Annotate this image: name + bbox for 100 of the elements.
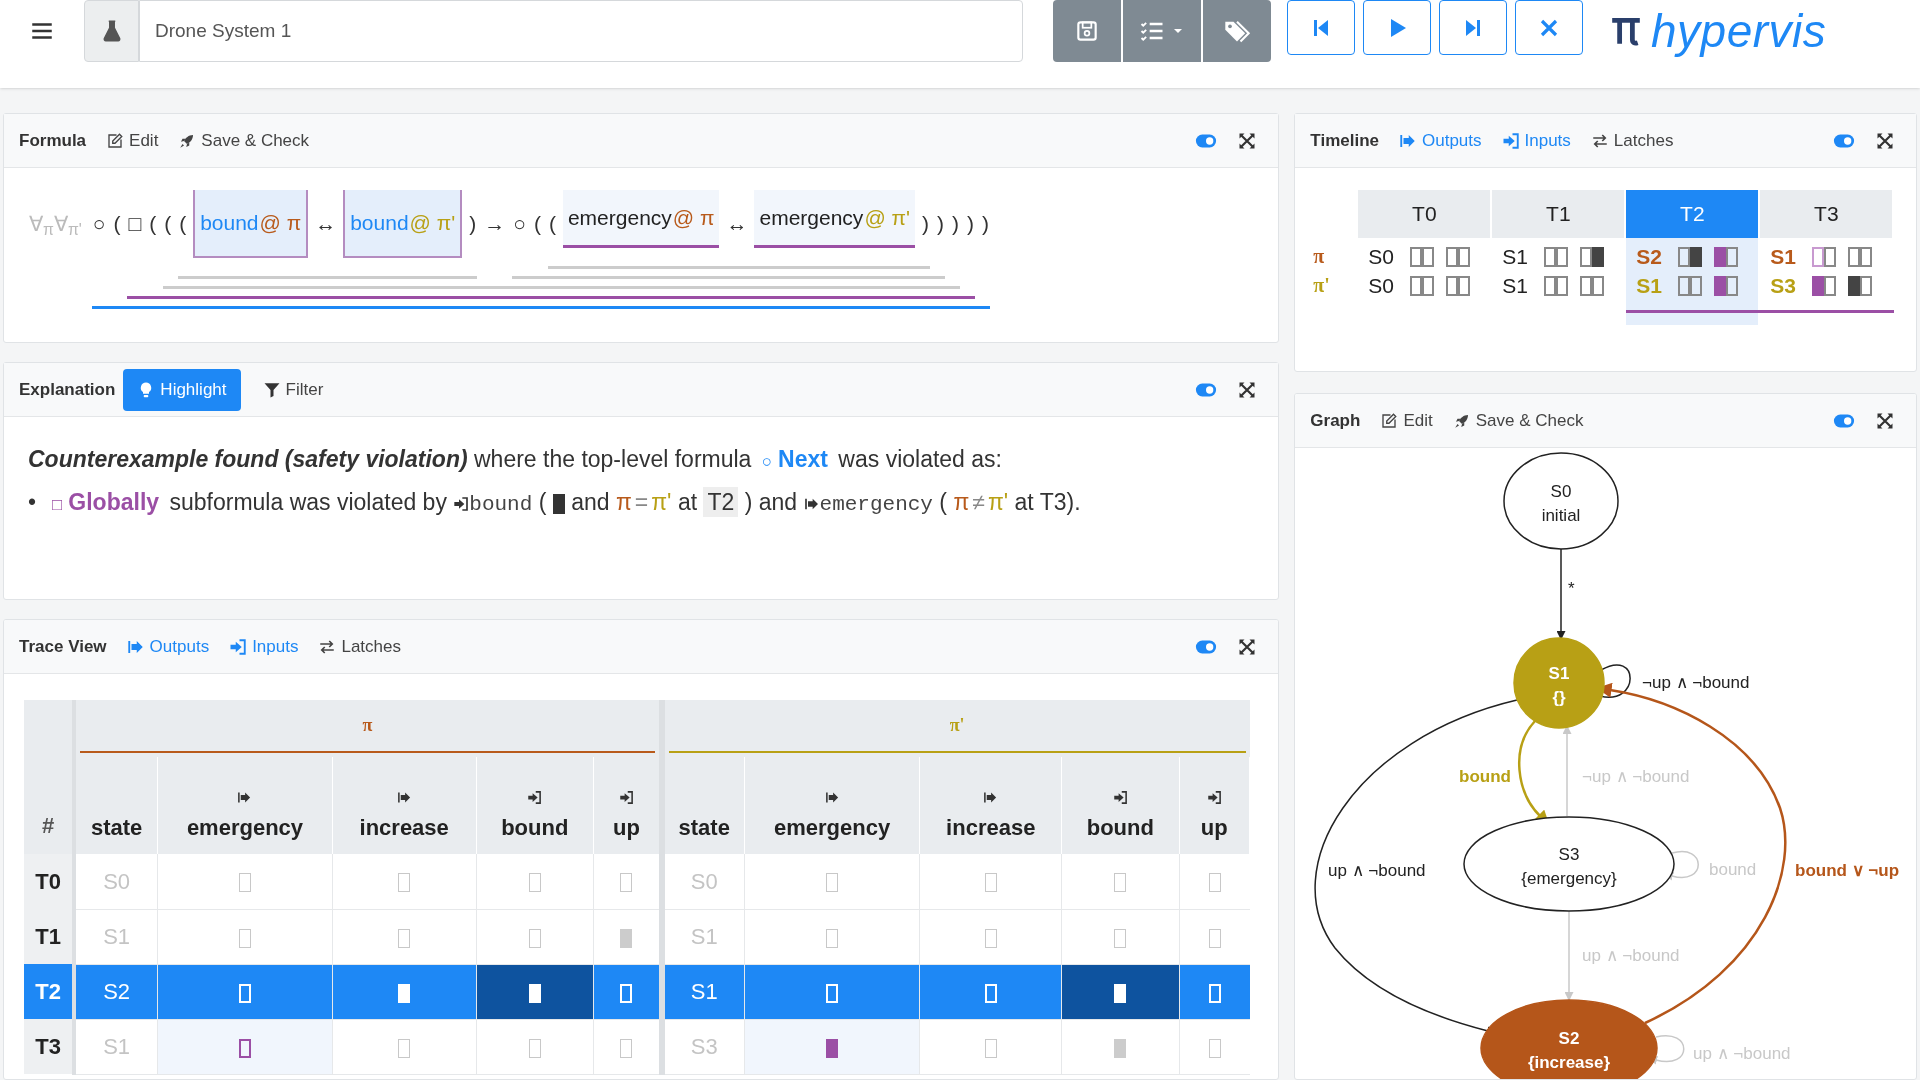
signal-name: emergency: [819, 493, 933, 516]
trace-relation: π=π': [615, 489, 672, 515]
output-icon: [983, 790, 999, 805]
tags-button[interactable]: [1203, 0, 1271, 62]
pencil-icon: [106, 131, 125, 150]
column-header: bound: [500, 814, 570, 842]
timeline-step-tab[interactable]: T2: [1626, 190, 1759, 238]
formula-symbol: ○: [91, 211, 107, 238]
column-header: state: [89, 814, 144, 842]
close-button[interactable]: [1515, 0, 1583, 55]
formula-symbol: ): [951, 211, 961, 238]
column-header: up: [611, 814, 641, 842]
transition-label: up ∧ ¬bound: [1328, 861, 1426, 880]
input-icon: [1501, 131, 1520, 150]
state-label: S0: [1368, 244, 1395, 271]
action-button[interactable]: Edit: [106, 127, 159, 154]
explanation-text: (: [538, 489, 547, 515]
transition-label: *: [1568, 579, 1575, 598]
time-cell: T3: [24, 1019, 75, 1074]
explanation-text: ) and: [744, 489, 798, 515]
transition-label: ¬up ∧ ¬bound: [1642, 673, 1750, 692]
trace-row[interactable]: T3 S1 S3: [24, 1019, 1250, 1074]
time-cell: T1: [24, 909, 75, 964]
trace-label: π': [1313, 273, 1331, 296]
result-text: Counterexample found (safety violation): [28, 446, 468, 472]
latches-toggle[interactable]: Latches: [1590, 127, 1674, 154]
action-button[interactable]: Save & Check: [178, 127, 310, 154]
panel-title: Formula: [19, 129, 87, 152]
time-reference[interactable]: T2: [703, 487, 739, 517]
last-step-button[interactable]: [1439, 0, 1507, 55]
state-label: S1: [1636, 273, 1663, 300]
operator-link[interactable]: ○ Next: [761, 446, 828, 472]
action-button[interactable]: Edit: [1380, 407, 1433, 434]
state-node[interactable]: S3 {emergency}: [1463, 816, 1676, 912]
time-cell: T0: [24, 854, 75, 909]
formula-atom[interactable]: emergency@ π: [562, 190, 720, 248]
trace-label: π: [1313, 244, 1326, 267]
trace-header: π: [80, 704, 655, 753]
formula-atom[interactable]: bound@ π: [193, 190, 309, 258]
explanation-text: where the top-level formula: [474, 446, 752, 472]
state-label: S1: [1502, 273, 1529, 300]
explanation-text: and: [571, 489, 610, 515]
panel-title: Trace View: [19, 635, 107, 658]
formula-symbol: ↔: [314, 211, 338, 238]
state-label: S3: [1770, 273, 1797, 300]
formula-symbol: ): [921, 211, 931, 238]
trace-row[interactable]: T2 S2 S1: [24, 964, 1250, 1019]
state-label: S2: [1636, 244, 1663, 271]
formula-symbol: (: [178, 211, 188, 238]
formula-symbol: ): [981, 211, 991, 238]
operator-link[interactable]: □ Globally: [52, 489, 160, 515]
column-header: up: [1199, 814, 1229, 842]
explanation-text: (: [939, 489, 947, 515]
input-icon: [1206, 790, 1222, 805]
formula-symbol: □: [127, 211, 143, 238]
output-icon: [396, 790, 412, 805]
highlight-button[interactable]: Highlight: [123, 368, 241, 411]
column-header: increase: [945, 814, 1037, 842]
formula-symbol: (: [547, 211, 557, 238]
filter-icon: [262, 380, 281, 399]
trace-row[interactable]: T0 S0 S0: [24, 854, 1250, 909]
output-icon: [824, 790, 840, 805]
save-button[interactable]: [1053, 0, 1121, 62]
explanation-text: at T3).: [1014, 489, 1081, 515]
explanation-text: subformula was violated by: [169, 489, 447, 515]
output-icon: [237, 790, 253, 805]
trace-row[interactable]: T1 S1 S1: [24, 909, 1250, 964]
timeline-step-tab[interactable]: T3: [1760, 190, 1893, 238]
state-node[interactable]: S2 {increase}: [1480, 999, 1659, 1079]
state-label: S1: [1502, 244, 1529, 271]
filter-button[interactable]: Filter: [248, 368, 338, 411]
timeline-step-tab[interactable]: T0: [1358, 190, 1491, 238]
trace-header: π': [668, 704, 1246, 753]
checklist-button[interactable]: [1123, 0, 1201, 62]
input-icon: [618, 790, 634, 805]
input-icon: [453, 495, 470, 512]
transition-label: bound: [1459, 767, 1512, 786]
formula-symbol: (: [112, 211, 122, 238]
column-header: state: [677, 814, 731, 842]
document-name-field[interactable]: Drone System 1: [139, 0, 1023, 62]
latches-toggle[interactable]: Latches: [318, 633, 401, 660]
action-button[interactable]: Save & Check: [1452, 407, 1584, 434]
pencil-icon: [1380, 411, 1399, 430]
state-node[interactable]: S0 initial: [1503, 452, 1620, 550]
flask-button[interactable]: [84, 0, 139, 62]
bullet-text: •: [28, 489, 37, 515]
column-header: emergency: [772, 814, 892, 842]
formula-symbol: (: [163, 211, 173, 238]
formula-atom[interactable]: emergency@ π': [754, 190, 916, 248]
play-button[interactable]: [1363, 0, 1431, 55]
input-icon: [1112, 790, 1128, 805]
signal-name: bound: [469, 493, 533, 516]
formula-symbol: (: [532, 211, 542, 238]
column-header: emergency: [185, 814, 305, 842]
first-step-button[interactable]: [1287, 0, 1355, 55]
transition-label: bound ∨ ¬up: [1795, 861, 1900, 880]
trace-relation: π≠π': [953, 489, 1009, 515]
formula-symbol: ): [936, 211, 946, 238]
column-header: increase: [358, 814, 450, 842]
timeline-step-tab[interactable]: T1: [1492, 190, 1625, 238]
